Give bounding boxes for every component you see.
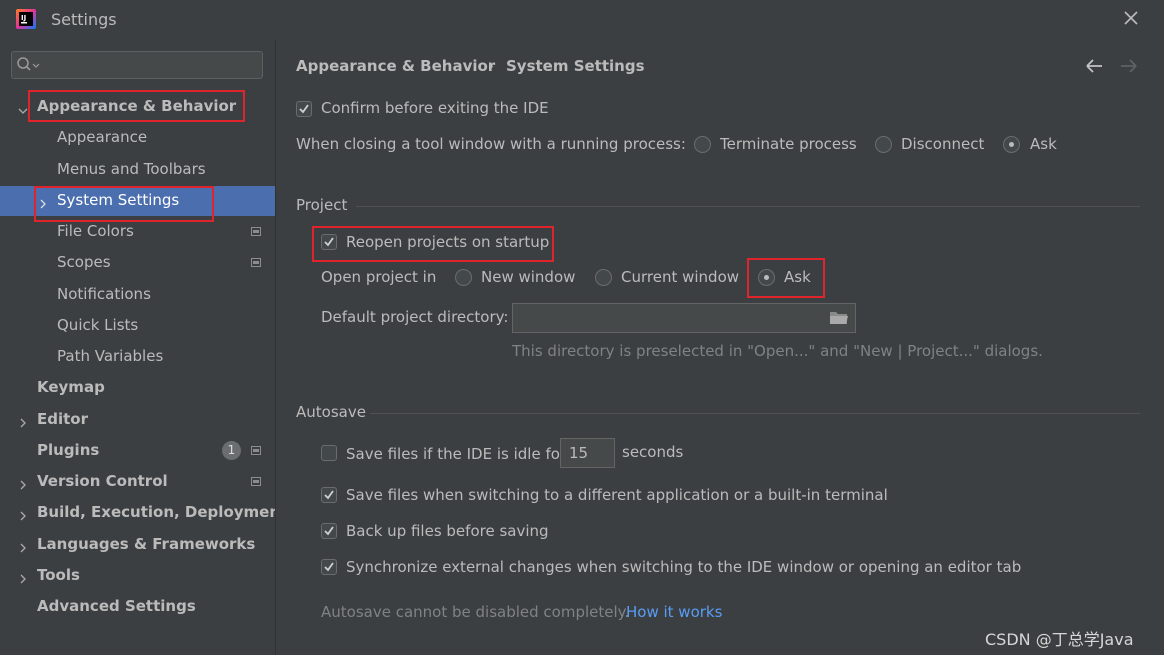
confirm-exit-label: Confirm before exiting the IDE	[321, 99, 549, 117]
arrow-left-icon[interactable]	[1085, 58, 1105, 74]
closing-ask-radio[interactable]	[1003, 136, 1020, 153]
backup-files-label: Back up files before saving	[346, 522, 549, 540]
chevron-down-icon[interactable]	[18, 102, 28, 114]
current-window-radio[interactable]	[595, 269, 612, 286]
confirm-exit-checkbox[interactable]	[296, 101, 312, 117]
section-separator	[356, 206, 1140, 207]
plugins-update-badge: 1	[222, 441, 241, 460]
save-on-switch-checkbox[interactable]	[321, 487, 337, 503]
save-on-switch-label: Save files when switching to a different…	[346, 486, 888, 504]
new-window-radio[interactable]	[455, 269, 472, 286]
sidebar-item-system-settings[interactable]: System Settings	[57, 185, 179, 215]
open-project-in-label: Open project in	[321, 268, 437, 286]
reopen-projects-label: Reopen projects on startup	[346, 233, 550, 251]
default-dir-hint: This directory is preselected in "Open..…	[512, 342, 1043, 360]
sidebar-item-languages-frameworks[interactable]: Languages & Frameworks	[37, 529, 255, 559]
arrow-right-icon[interactable]	[1118, 58, 1138, 74]
idle-seconds-value: 15	[569, 444, 589, 462]
sidebar-item-build-execution-deployment[interactable]: Build, Execution, Deployment	[37, 497, 287, 527]
breadcrumb-parent[interactable]: Appearance & Behavior	[296, 57, 495, 75]
default-dir-label: Default project directory:	[321, 308, 509, 326]
sidebar-item-appearance-behavior[interactable]: Appearance & Behavior	[37, 91, 236, 121]
open-in-ask-label: Ask	[784, 268, 811, 286]
title-bar	[0, 0, 1164, 40]
chevron-right-icon[interactable]	[18, 507, 28, 521]
idle-seconds-input[interactable]: 15	[560, 438, 615, 468]
chevron-right-icon[interactable]	[38, 195, 48, 209]
chevron-right-icon[interactable]	[18, 414, 28, 428]
close-icon[interactable]	[1120, 7, 1142, 29]
closing-ask-label: Ask	[1030, 135, 1057, 153]
sync-external-checkbox[interactable]	[321, 559, 337, 575]
sidebar-item-version-control[interactable]: Version Control	[37, 466, 168, 496]
project-level-icon	[251, 227, 261, 236]
closing-process-label: When closing a tool window with a runnin…	[296, 135, 686, 153]
autosave-note: Autosave cannot be disabled completely.	[321, 603, 630, 621]
sync-external-label: Synchronize external changes when switch…	[346, 558, 1022, 576]
sidebar-item-tools[interactable]: Tools	[37, 560, 80, 590]
chevron-right-icon[interactable]	[18, 570, 28, 584]
search-input[interactable]	[11, 51, 263, 79]
window-title: Settings	[51, 10, 117, 29]
project-level-icon	[251, 446, 261, 455]
sidebar-item-scopes[interactable]: Scopes	[57, 247, 111, 277]
terminate-process-radio[interactable]	[694, 136, 711, 153]
chevron-right-icon[interactable]	[18, 476, 28, 490]
panel-divider	[275, 40, 276, 655]
new-window-label: New window	[481, 268, 576, 286]
project-section-title: Project	[296, 196, 348, 214]
sidebar-item-keymap[interactable]: Keymap	[37, 372, 105, 402]
save-idle-label: Save files if the IDE is idle for	[346, 445, 567, 463]
idle-seconds-unit: seconds	[622, 443, 684, 461]
autosave-section-title: Autosave	[296, 403, 366, 421]
intellij-idea-icon: IJ	[16, 9, 36, 29]
chevron-right-icon[interactable]	[18, 539, 28, 553]
sidebar-item-appearance[interactable]: Appearance	[57, 122, 147, 152]
disconnect-radio[interactable]	[875, 136, 892, 153]
sidebar-item-notifications[interactable]: Notifications	[57, 279, 151, 309]
project-level-icon	[251, 477, 261, 486]
sidebar-item-quick-lists[interactable]: Quick Lists	[57, 310, 138, 340]
folder-icon[interactable]	[829, 309, 849, 326]
default-dir-field[interactable]	[512, 303, 856, 333]
how-it-works-link[interactable]: How it works	[626, 603, 722, 621]
save-idle-checkbox[interactable]	[321, 445, 337, 461]
open-in-ask-radio[interactable]	[758, 269, 775, 286]
watermark: CSDN @丁总学Java	[985, 630, 1134, 649]
project-level-icon	[251, 258, 261, 267]
sidebar-item-path-variables[interactable]: Path Variables	[57, 341, 163, 371]
current-window-label: Current window	[621, 268, 740, 286]
terminate-process-label: Terminate process	[720, 135, 857, 153]
sidebar-item-file-colors[interactable]: File Colors	[57, 216, 134, 246]
breadcrumb-separator: ›	[488, 57, 494, 75]
backup-files-checkbox[interactable]	[321, 523, 337, 539]
sidebar-item-advanced-settings[interactable]: Advanced Settings	[37, 591, 196, 621]
search-icon	[16, 56, 42, 74]
sidebar-item-plugins[interactable]: Plugins	[37, 435, 99, 465]
disconnect-label: Disconnect	[901, 135, 985, 153]
section-separator	[370, 413, 1140, 414]
sidebar-item-editor[interactable]: Editor	[37, 404, 88, 434]
reopen-projects-checkbox[interactable]	[321, 234, 337, 250]
svg-text:IJ: IJ	[21, 14, 26, 22]
sidebar-item-menus-toolbars[interactable]: Menus and Toolbars	[57, 154, 206, 184]
breadcrumb-current: System Settings	[506, 57, 645, 75]
